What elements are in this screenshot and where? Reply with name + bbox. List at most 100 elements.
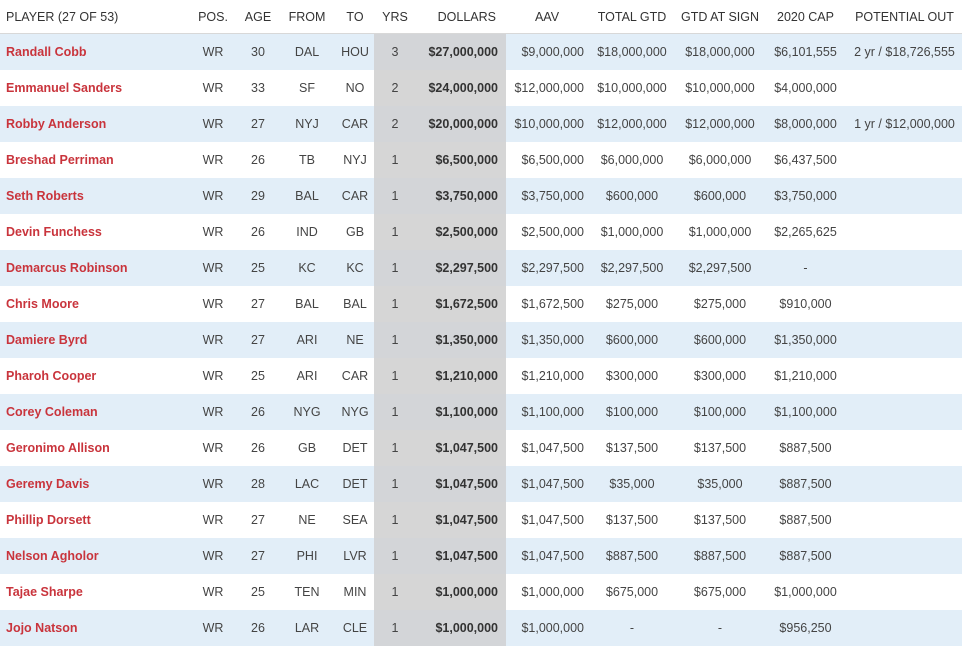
player-link[interactable]: Corey Coleman [6,405,98,419]
cell-player: Corey Coleman [0,394,188,430]
cell-total-gtd: $2,297,500 [588,250,676,286]
cell-potential-out [847,574,962,610]
player-link[interactable]: Phillip Dorsett [6,513,91,527]
cell-yrs: 1 [374,250,416,286]
cell-dollars: $1,350,000 [416,322,506,358]
cell-to: CAR [336,106,374,142]
cell-player: Geronimo Allison [0,430,188,466]
cell-pos: WR [188,610,238,646]
player-link[interactable]: Breshad Perriman [6,153,114,167]
player-link[interactable]: Seth Roberts [6,189,84,203]
cell-potential-out [847,358,962,394]
cell-potential-out: 1 yr / $12,000,000 [847,106,962,142]
player-link[interactable]: Randall Cobb [6,45,87,59]
header-2020-cap[interactable]: 2020 CAP [764,0,847,34]
table-row: Tajae SharpeWR25TENMIN1$1,000,000$1,000,… [0,574,962,610]
cell-yrs: 1 [374,502,416,538]
header-gtd-at-sign[interactable]: GTD AT SIGN [676,0,764,34]
cell-age: 26 [238,214,278,250]
player-link[interactable]: Nelson Agholor [6,549,99,563]
cell-gtd-at-sign: $6,000,000 [676,142,764,178]
table-row: Robby AndersonWR27NYJCAR2$20,000,000$10,… [0,106,962,142]
table-row: Breshad PerrimanWR26TBNYJ1$6,500,000$6,5… [0,142,962,178]
cell-2020-cap: $1,210,000 [764,358,847,394]
player-link[interactable]: Demarcus Robinson [6,261,128,275]
cell-age: 27 [238,286,278,322]
player-link[interactable]: Emmanuel Sanders [6,81,122,95]
table-row: Geronimo AllisonWR26GBDET1$1,047,500$1,0… [0,430,962,466]
cell-2020-cap: $887,500 [764,538,847,574]
cell-age: 26 [238,430,278,466]
cell-from: IND [278,214,336,250]
cell-potential-out [847,214,962,250]
cell-total-gtd: $6,000,000 [588,142,676,178]
cell-to: KC [336,250,374,286]
cell-dollars: $1,100,000 [416,394,506,430]
cell-gtd-at-sign: $12,000,000 [676,106,764,142]
cell-yrs: 3 [374,34,416,71]
cell-aav: $3,750,000 [506,178,588,214]
cell-gtd-at-sign: $10,000,000 [676,70,764,106]
player-link[interactable]: Chris Moore [6,297,79,311]
cell-gtd-at-sign: $887,500 [676,538,764,574]
header-aav[interactable]: AAV [506,0,588,34]
player-link[interactable]: Pharoh Cooper [6,369,96,383]
cell-potential-out [847,322,962,358]
cell-player: Robby Anderson [0,106,188,142]
cell-to: GB [336,214,374,250]
cell-2020-cap: $1,100,000 [764,394,847,430]
header-age[interactable]: AGE [238,0,278,34]
cell-pos: WR [188,70,238,106]
cell-player: Demarcus Robinson [0,250,188,286]
player-link[interactable]: Geronimo Allison [6,441,110,455]
cell-potential-out [847,286,962,322]
contracts-table: PLAYER (27 OF 53) POS. AGE FROM TO YRS D… [0,0,962,646]
cell-pos: WR [188,394,238,430]
cell-potential-out [847,394,962,430]
cell-dollars: $1,047,500 [416,502,506,538]
cell-from: TEN [278,574,336,610]
table-row: Seth RobertsWR29BALCAR1$3,750,000$3,750,… [0,178,962,214]
cell-from: NYJ [278,106,336,142]
player-link[interactable]: Jojo Natson [6,621,78,635]
header-dollars[interactable]: DOLLARS [416,0,506,34]
header-pos[interactable]: POS. [188,0,238,34]
cell-age: 28 [238,466,278,502]
cell-potential-out: 2 yr / $18,726,555 [847,34,962,71]
cell-dollars: $1,672,500 [416,286,506,322]
cell-2020-cap: $6,437,500 [764,142,847,178]
player-link[interactable]: Devin Funchess [6,225,102,239]
cell-to: NO [336,70,374,106]
cell-dollars: $3,750,000 [416,178,506,214]
cell-dollars: $1,210,000 [416,358,506,394]
header-from[interactable]: FROM [278,0,336,34]
cell-2020-cap: $4,000,000 [764,70,847,106]
table-row: Devin FunchessWR26INDGB1$2,500,000$2,500… [0,214,962,250]
cell-aav: $1,047,500 [506,430,588,466]
cell-player: Jojo Natson [0,610,188,646]
cell-age: 26 [238,142,278,178]
header-potential-out[interactable]: POTENTIAL OUT [847,0,962,34]
cell-total-gtd: $1,000,000 [588,214,676,250]
player-link[interactable]: Robby Anderson [6,117,106,131]
cell-2020-cap: $2,265,625 [764,214,847,250]
cell-from: SF [278,70,336,106]
player-link[interactable]: Tajae Sharpe [6,585,83,599]
cell-pos: WR [188,322,238,358]
cell-dollars: $1,047,500 [416,430,506,466]
table-row: Randall CobbWR30DALHOU3$27,000,000$9,000… [0,34,962,71]
header-player[interactable]: PLAYER (27 OF 53) [0,0,188,34]
cell-age: 26 [238,394,278,430]
header-total-gtd[interactable]: TOTAL GTD [588,0,676,34]
header-yrs[interactable]: YRS [374,0,416,34]
cell-potential-out [847,466,962,502]
player-link[interactable]: Damiere Byrd [6,333,87,347]
cell-total-gtd: $137,500 [588,502,676,538]
cell-dollars: $1,000,000 [416,574,506,610]
cell-pos: WR [188,34,238,71]
player-link[interactable]: Geremy Davis [6,477,89,491]
cell-player: Seth Roberts [0,178,188,214]
header-to[interactable]: TO [336,0,374,34]
table-row: Geremy DavisWR28LACDET1$1,047,500$1,047,… [0,466,962,502]
cell-potential-out [847,142,962,178]
